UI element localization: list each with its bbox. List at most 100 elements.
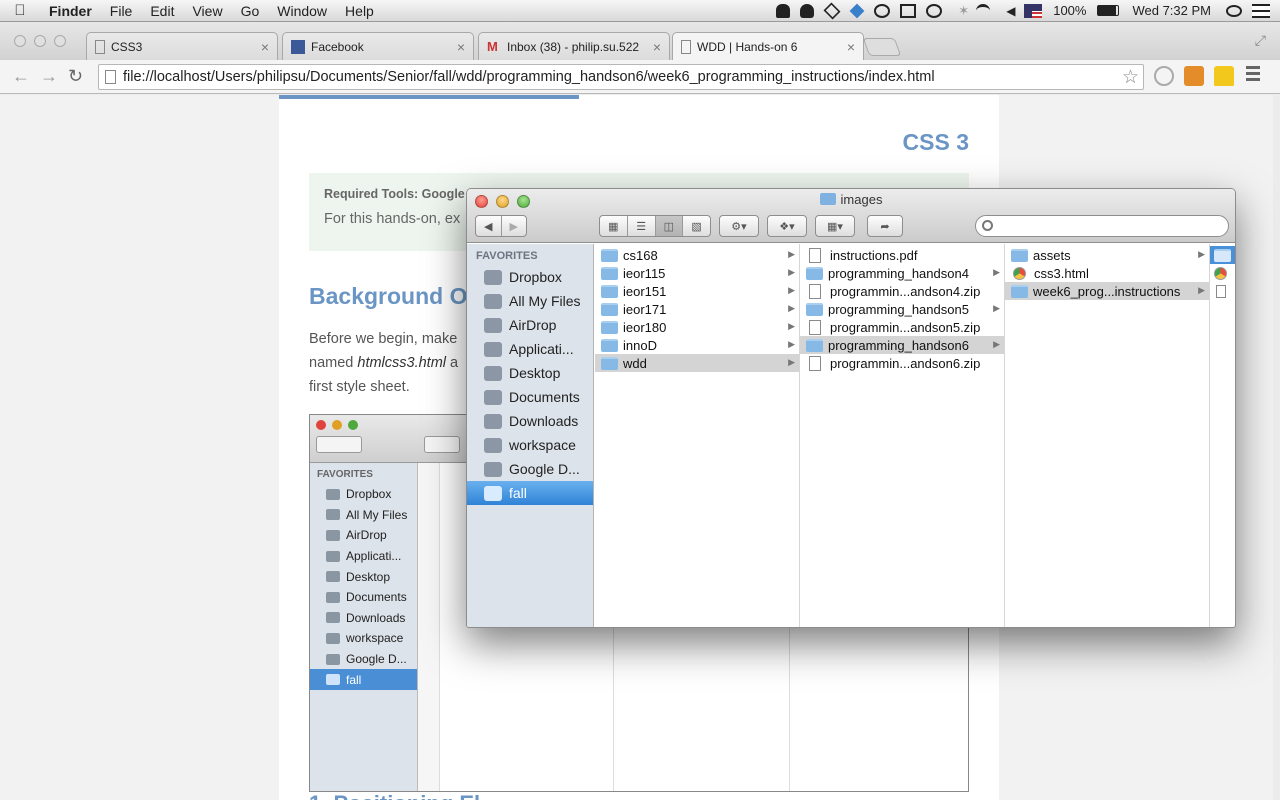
menubar-clock[interactable]: Wed 7:32 PM <box>1124 3 1221 18</box>
tab-wdd-hands-on[interactable]: WDD | Hands-on 6 × <box>672 32 864 61</box>
close-tab-icon[interactable]: × <box>847 39 855 55</box>
sidebar-item-documents[interactable]: Documents <box>467 385 593 409</box>
menu-edit[interactable]: Edit <box>141 3 183 19</box>
sidebar-item-dropbox[interactable]: Dropbox <box>467 265 593 289</box>
url-text[interactable]: file://localhost/Users/philipsu/Document… <box>123 69 935 85</box>
folder-row-handson5[interactable]: programming_handson5 ▶ <box>800 300 1004 318</box>
sidebar-item-applications[interactable]: Applicati... <box>467 337 593 361</box>
menu-file[interactable]: File <box>101 3 142 19</box>
file-row-instructions-pdf[interactable]: instructions.pdf <box>800 246 1004 264</box>
file-row[interactable] <box>1210 282 1235 300</box>
page-icon <box>681 40 691 54</box>
finder-toolbar: images ◀ ▶ ▦ ☰ ◫ ▧ ⚙▾ ❖▾ ▦▾ ➦ <box>467 189 1235 243</box>
menu-app-finder[interactable]: Finder <box>40 3 101 19</box>
tab-gmail-inbox[interactable]: M Inbox (38) - philip.su.522 × <box>478 32 670 60</box>
sidebar-item-workspace[interactable]: workspace <box>467 433 593 457</box>
notification-center-icon[interactable] <box>1252 3 1270 18</box>
folder-row-ieor180[interactable]: ieor180 ▶ <box>595 318 799 336</box>
folder-row-assets[interactable]: assets ▶ <box>1005 246 1209 264</box>
folder-row-handson6[interactable]: programming_handson6 ▶ <box>800 336 1004 354</box>
dropbox-icon: ❖▾ <box>779 220 795 233</box>
menu-go[interactable]: Go <box>232 3 269 19</box>
sidebar-item-airdrop[interactable]: AirDrop <box>467 313 593 337</box>
close-tab-icon[interactable]: × <box>653 39 661 55</box>
folder-row-ieor115[interactable]: ieor115 ▶ <box>595 264 799 282</box>
sidebar-item-downloads[interactable]: Downloads <box>467 409 593 433</box>
tab-facebook[interactable]: Facebook × <box>282 32 474 60</box>
folder-row-wdd[interactable]: wdd ▶ <box>595 354 799 372</box>
screen-share-icon[interactable] <box>900 3 917 18</box>
finder-window: images ◀ ▶ ▦ ☰ ◫ ▧ ⚙▾ ❖▾ ▦▾ ➦ FAVORITES … <box>466 188 1236 628</box>
bookmark-star-icon[interactable]: ☆ <box>1122 66 1139 89</box>
view-mode-control: ▦ ☰ ◫ ▧ <box>599 215 711 237</box>
back-arrow-icon[interactable]: ← <box>12 66 30 87</box>
forward-icon[interactable]: ▶ <box>502 216 527 236</box>
spotlight-search-icon[interactable] <box>1226 4 1242 17</box>
google-drive-icon[interactable] <box>823 2 841 19</box>
file-row-handson6-zip[interactable]: programmin...andson6.zip <box>800 354 1004 372</box>
folder-row-ieor151[interactable]: ieor151 ▶ <box>595 282 799 300</box>
sidebar-item-google-drive[interactable]: Google D... <box>467 457 593 481</box>
close-tab-icon[interactable]: × <box>457 39 465 55</box>
share-button[interactable]: ➦ <box>867 215 903 237</box>
tab-css3[interactable]: CSS3 × <box>86 32 278 60</box>
close-window-button[interactable] <box>14 35 26 47</box>
favorites-header: FAVORITES <box>476 250 538 262</box>
sidebar-item-desktop[interactable]: Desktop <box>467 361 593 385</box>
volume-icon[interactable]: ◀ <box>1000 4 1015 18</box>
minimize-window-button[interactable] <box>34 35 46 47</box>
page-accent-bar <box>279 95 579 99</box>
folder-row-cs168[interactable]: cs168 ▶ <box>595 246 799 264</box>
action-menu-button[interactable]: ⚙▾ <box>719 215 759 237</box>
folder-row-innod[interactable]: innoD ▶ <box>595 336 799 354</box>
menu-window[interactable]: Window <box>268 3 336 19</box>
icon-view-icon[interactable]: ▦ <box>600 216 628 236</box>
sidebar-item-all-my-files[interactable]: All My Files <box>467 289 593 313</box>
cover-flow-icon[interactable]: ▧ <box>683 216 710 236</box>
file-row-css3-html[interactable]: css3.html <box>1005 264 1209 282</box>
apple-menu-icon[interactable]:  <box>0 2 40 19</box>
file-row-handson5-zip[interactable]: programmin...andson5.zip <box>800 318 1004 336</box>
sync-icon[interactable] <box>874 3 891 18</box>
address-bar[interactable]: file://localhost/Users/philipsu/Document… <box>98 64 1144 90</box>
search-field[interactable] <box>975 215 1229 237</box>
paragraph-line: Before we begin, make <box>309 331 458 347</box>
sidebar-item-fall[interactable]: fall <box>467 481 593 505</box>
chrome-menu-icon[interactable] <box>1246 66 1260 86</box>
close-tab-icon[interactable]: × <box>261 39 269 55</box>
folder-row-selected[interactable] <box>1210 246 1235 264</box>
list-view-icon[interactable]: ☰ <box>628 216 656 236</box>
zoom-window-button[interactable] <box>54 35 66 47</box>
battery-icon[interactable] <box>1097 5 1120 16</box>
bluetooth-icon[interactable]: ✶ <box>952 3 969 18</box>
menu-view[interactable]: View <box>183 3 231 19</box>
menu-help[interactable]: Help <box>336 3 383 19</box>
forward-arrow-icon[interactable]: → <box>40 66 58 87</box>
dropbox-icon[interactable] <box>849 3 865 18</box>
new-tab-button[interactable] <box>862 38 902 56</box>
basket-extension-icon[interactable] <box>1184 66 1204 86</box>
back-icon[interactable]: ◀ <box>476 216 502 236</box>
notification-bell-icon[interactable] <box>776 3 791 18</box>
time-machine-icon[interactable] <box>926 3 943 18</box>
download-extension-icon[interactable] <box>1154 66 1174 86</box>
incognito-icon[interactable] <box>800 3 815 18</box>
zip-file-icon <box>809 355 821 371</box>
wifi-icon[interactable] <box>976 3 991 18</box>
file-row-handson4-zip[interactable]: programmin...andson4.zip <box>800 282 1004 300</box>
column-view-icon[interactable]: ◫ <box>655 216 684 236</box>
reload-icon[interactable]: ↻ <box>68 66 83 87</box>
arrange-menu-button[interactable]: ▦▾ <box>815 215 855 237</box>
sidebar-item-selected: fall <box>310 669 417 690</box>
dropbox-menu-button[interactable]: ❖▾ <box>767 215 807 237</box>
folder-row-ieor171[interactable]: ieor171 ▶ <box>595 300 799 318</box>
file-row[interactable] <box>1210 264 1235 282</box>
folder-row-handson4[interactable]: programming_handson4 ▶ <box>800 264 1004 282</box>
us-flag-icon[interactable] <box>1024 3 1043 18</box>
arrange-grid-icon: ▦▾ <box>827 220 843 233</box>
browser-tab-strip: CSS3 × Facebook × M Inbox (38) - philip.… <box>0 22 1280 61</box>
folder-row-week6-instructions[interactable]: week6_prog...instructions ▶ <box>1005 282 1209 300</box>
crown-extension-icon[interactable] <box>1214 66 1234 86</box>
battery-percent[interactable]: 100% <box>1047 3 1092 18</box>
fullscreen-icon[interactable]: ⤢ <box>1255 32 1266 49</box>
